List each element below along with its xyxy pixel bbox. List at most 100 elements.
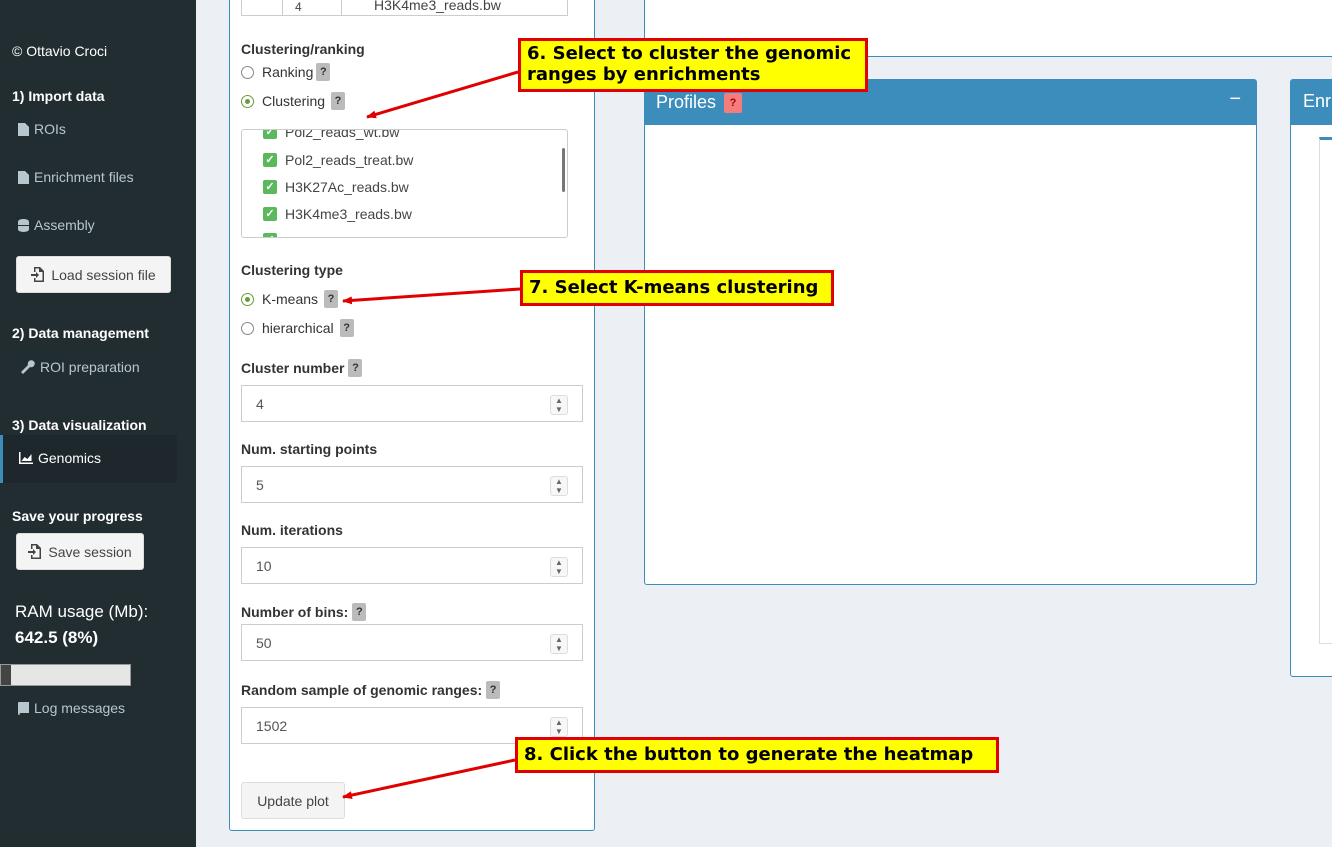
checklist-item[interactable]: ✓ Pol2_reads_treat.bw <box>263 152 413 168</box>
order-number-select[interactable]: 4 <box>282 0 342 15</box>
sidebar-item-enrichment-files[interactable]: Enrichment files <box>18 169 134 185</box>
sidebar-item-label: ROI preparation <box>40 359 140 375</box>
sidebar-item-assembly[interactable]: Assembly <box>18 217 95 233</box>
book-icon <box>18 701 29 715</box>
checklist-item-partial[interactable]: ✓ <box>263 233 277 237</box>
help-icon[interactable]: ? <box>331 92 346 110</box>
bins-label: Number of bins: ? <box>241 603 367 621</box>
kmeans-radio-row[interactable]: K-means ? <box>241 290 339 308</box>
spinner-icon[interactable]: ▲ ▼ <box>550 634 568 654</box>
starting-points-input[interactable]: 5 ▲ ▼ <box>241 466 583 503</box>
ranking-label: Ranking <box>262 64 314 80</box>
database-icon <box>18 218 29 232</box>
random-sample-label: Random sample of genomic ranges: ? <box>241 681 501 699</box>
starting-points-label: Num. starting points <box>241 441 378 457</box>
sidebar-item-label: Assembly <box>34 217 95 233</box>
ranking-radio-row[interactable]: Ranking ? <box>241 63 331 81</box>
section-title-visualization: 3) Data visualization <box>12 417 147 433</box>
checkbox-checked-icon[interactable]: ✓ <box>263 233 277 237</box>
sidebar-item-label: Genomics <box>38 450 102 466</box>
kmeans-label: K-means <box>262 291 319 307</box>
load-session-label: Load session file <box>51 266 156 283</box>
sidebar: © Ottavio Croci 1) Import data ROIs Enri… <box>0 0 196 847</box>
spinner-icon[interactable]: ▲ ▼ <box>550 476 568 496</box>
checklist-item[interactable]: ✓ Pol2_reads_wt.bw <box>263 129 400 140</box>
clustering-radio[interactable] <box>241 94 254 108</box>
checklist-scrollbar[interactable] <box>562 148 565 192</box>
collapse-icon[interactable]: − <box>1229 88 1241 111</box>
hierarchical-radio-row[interactable]: hierarchical ? <box>241 319 354 337</box>
cluster-number-text: Cluster number <box>241 360 345 376</box>
checkbox-checked-icon[interactable]: ✓ <box>263 180 277 194</box>
cluster-number-input[interactable]: 4 ▲ ▼ <box>241 385 583 422</box>
help-icon[interactable]: ? <box>324 290 339 308</box>
checkbox-checked-icon[interactable]: ✓ <box>263 153 277 167</box>
enrichment-checklist[interactable]: ✓ Pol2_reads_wt.bw ✓ Pol2_reads_treat.bw… <box>241 129 568 238</box>
copyright-text: © Ottavio Croci <box>12 43 108 59</box>
ram-usage-fill <box>1 665 12 685</box>
profiles-panel: Profiles ? − <box>644 79 1257 585</box>
hierarchical-radio[interactable] <box>241 321 254 335</box>
chart-icon <box>19 452 33 464</box>
section-title-import: 1) Import data <box>12 88 105 104</box>
help-icon[interactable]: ? <box>348 359 363 377</box>
clustering-type-label: Clustering type <box>241 262 343 278</box>
update-plot-button[interactable]: Update plot <box>241 782 345 819</box>
profiles-title: Profiles <box>656 92 717 112</box>
enrichment-panel: Enri <box>1290 79 1332 677</box>
random-sample-value: 1502 <box>256 717 288 734</box>
iterations-value: 10 <box>256 557 272 574</box>
sidebar-item-label: Enrichment files <box>34 169 134 185</box>
help-icon[interactable]: ? <box>316 63 331 81</box>
iterations-input[interactable]: 10 ▲ ▼ <box>241 547 583 584</box>
load-session-button[interactable]: Load session file <box>16 256 171 293</box>
ram-usage-value: 642.5 (8%) <box>15 628 99 647</box>
sidebar-item-label: ROIs <box>34 121 66 137</box>
section-title-management: 2) Data management <box>12 325 149 341</box>
annotation-step-8: 8. Click the button to generate the heat… <box>515 737 999 773</box>
help-icon[interactable]: ? <box>486 681 501 699</box>
clustering-label: Clustering <box>262 93 326 109</box>
checklist-item-label: H3K27Ac_reads.bw <box>285 179 409 195</box>
kmeans-radio[interactable] <box>241 292 254 306</box>
checklist-item-label: Pol2_reads_treat.bw <box>285 152 414 168</box>
order-filename: H3K4me3_reads.bw <box>374 0 501 13</box>
clustering-ranking-label: Clustering/ranking <box>241 41 365 57</box>
annotation-step-6: 6. Select to cluster the genomic ranges … <box>518 38 868 92</box>
checklist-item[interactable]: ✓ H3K27Ac_reads.bw <box>263 179 409 195</box>
ram-usage-label: RAM usage (Mb): <box>15 602 149 621</box>
bins-value: 50 <box>256 634 272 651</box>
annotation-step-6-line-2: ranges by enrichments <box>527 64 761 85</box>
sidebar-item-genomics[interactable]: Genomics <box>0 435 177 483</box>
help-icon[interactable]: ? <box>724 92 743 113</box>
checkbox-checked-icon[interactable]: ✓ <box>263 207 277 221</box>
sidebar-item-rois[interactable]: ROIs <box>18 121 66 137</box>
save-session-button[interactable]: Save session <box>16 533 144 570</box>
checkbox-checked-icon[interactable]: ✓ <box>263 130 277 139</box>
spinner-icon[interactable]: ▲ ▼ <box>550 557 568 577</box>
spinner-icon[interactable]: ▲ ▼ <box>550 395 568 415</box>
cluster-number-label: Cluster number ? <box>241 359 363 377</box>
checklist-item-label: H3K4me3_reads.bw <box>285 206 412 222</box>
starting-points-value: 5 <box>256 476 264 493</box>
annotation-step-6-line-1: 6. Select to cluster the genomic <box>527 43 852 64</box>
bins-input[interactable]: 50 ▲ ▼ <box>241 624 583 661</box>
help-icon[interactable]: ? <box>352 603 367 621</box>
enrichment-order-row[interactable]: 4 H3K4me3_reads.bw <box>241 0 568 16</box>
checklist-item-label: Pol2_reads_wt.bw <box>285 129 400 140</box>
iterations-label: Num. iterations <box>241 522 343 538</box>
file-export-icon <box>28 544 42 559</box>
log-messages-label: Log messages <box>34 700 126 716</box>
save-progress-title: Save your progress <box>12 508 143 524</box>
spinner-icon[interactable]: ▲ ▼ <box>550 717 568 737</box>
file-import-icon <box>31 267 45 282</box>
random-sample-text: Random sample of genomic ranges: <box>241 682 483 698</box>
help-icon[interactable]: ? <box>339 319 354 337</box>
checklist-item[interactable]: ✓ H3K4me3_reads.bw <box>263 206 412 222</box>
log-messages-link[interactable]: Log messages <box>18 700 125 716</box>
sidebar-item-roi-preparation[interactable]: ROI preparation <box>20 359 140 375</box>
enrichment-tab-content <box>1319 137 1332 644</box>
clustering-radio-row[interactable]: Clustering ? <box>241 92 346 110</box>
wrench-icon <box>21 360 35 374</box>
ranking-radio[interactable] <box>241 65 254 79</box>
